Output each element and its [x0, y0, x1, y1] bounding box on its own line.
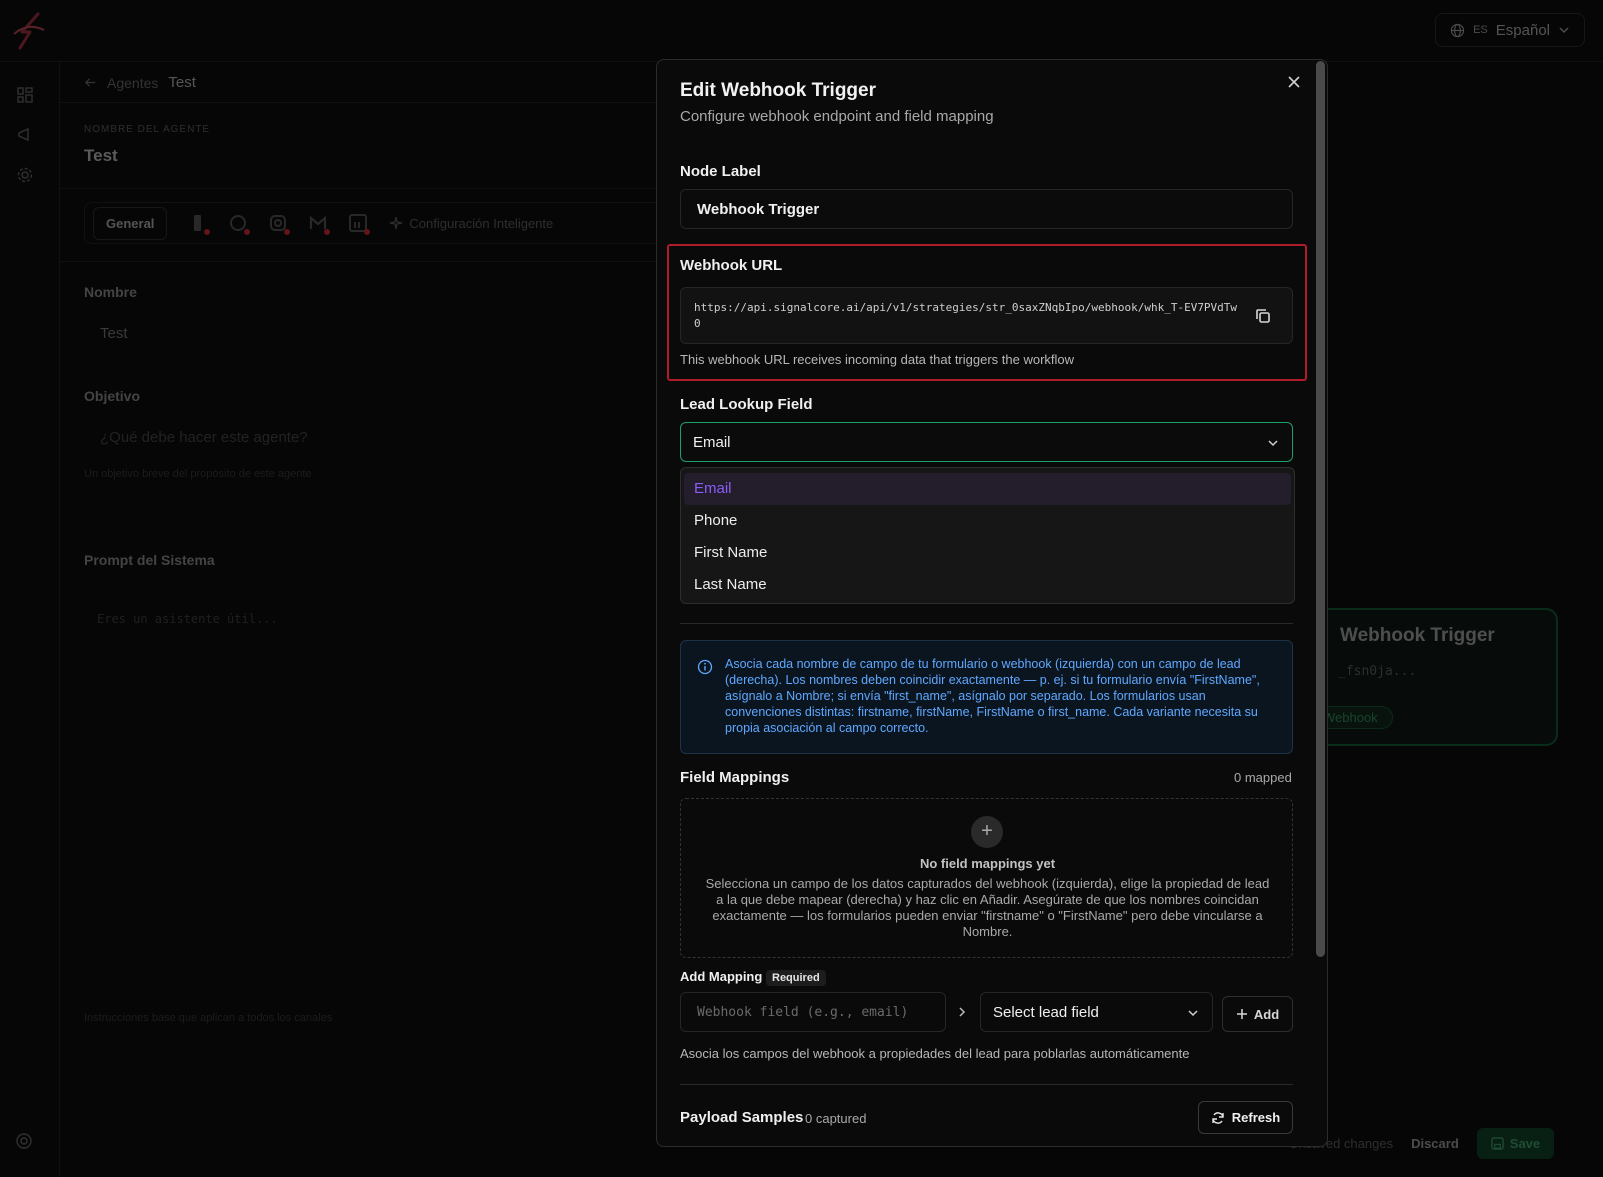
add-button-label: Add: [1253, 1006, 1280, 1022]
tab-general[interactable]: General: [93, 206, 168, 240]
lead-lookup-dropdown: Email Phone First Name Last Name: [680, 467, 1295, 604]
payload-samples-count: 0 captured: [805, 1111, 867, 1126]
prompt-help: Instrucciones base que aplican a todos l…: [84, 1012, 333, 1024]
empty-state-title: No field mappings yet: [919, 856, 1056, 871]
arrow-left-icon[interactable]: [84, 76, 97, 89]
empty-state-text: Selecciona un campo de los datos captura…: [705, 876, 1270, 939]
copy-icon[interactable]: [1254, 307, 1272, 325]
brand-logo-icon[interactable]: [8, 8, 50, 52]
prompt-textarea[interactable]: Eres un asistente útil...: [97, 612, 278, 626]
goal-input[interactable]: ¿Qué debe hacer este agente?: [100, 429, 308, 446]
webhook-field-input[interactable]: Webhook field (e.g., email): [680, 992, 946, 1032]
breadcrumb-current: Test: [168, 74, 196, 91]
sparkle-icon: [390, 216, 403, 230]
webhook-url-value: https://api.signalcore.ai/api/v1/strateg…: [694, 301, 1238, 330]
goal-help: Un objetivo breve del propósito de este …: [84, 468, 312, 480]
lead-lookup-value: Email: [693, 434, 731, 451]
mapping-help: Asocia los campos del webhook a propieda…: [680, 1046, 1190, 1061]
lead-lookup-select[interactable]: Email: [680, 422, 1293, 462]
plus-icon: +: [971, 816, 1003, 848]
goal-label: Objetivo: [84, 388, 141, 404]
webhook-url-help: This webhook URL receives incoming data …: [680, 352, 1075, 367]
tab-smart-config-label: Configuración Inteligente: [409, 215, 554, 231]
dialog-title: Edit Webhook Trigger: [680, 80, 876, 101]
required-badge: Required: [766, 970, 826, 986]
language-label: Español: [1495, 21, 1550, 39]
mapping-info-callout: Asocia cada nombre de campo de tu formul…: [680, 640, 1293, 754]
app-root: ES Español Agentes Test NOMBRE DEL AGENT…: [0, 0, 1603, 1177]
option-phone[interactable]: Phone: [684, 505, 1291, 537]
floppy-icon: [1491, 1136, 1504, 1150]
tab-linkedin[interactable]: [349, 214, 371, 235]
left-rail: [0, 62, 60, 1177]
chevron-down-icon: [1188, 1010, 1198, 1017]
dialog-subtitle: Configure webhook endpoint and field map…: [680, 108, 994, 125]
option-last-name[interactable]: Last Name: [684, 569, 1291, 601]
refresh-button-label: Refresh: [1231, 1110, 1281, 1125]
name-label: Nombre: [84, 284, 137, 300]
node-label-value: Webhook Trigger: [697, 201, 820, 218]
info-icon: [697, 659, 713, 675]
language-code: ES: [1473, 24, 1488, 36]
lead-field-placeholder: Select lead field: [993, 1004, 1099, 1021]
top-bar: ES Español: [0, 0, 1603, 62]
chevron-right-icon: [959, 1007, 966, 1017]
agent-name-caption: NOMBRE DEL AGENTE: [84, 124, 211, 135]
save-button-label: Save: [1509, 1135, 1541, 1151]
tab-instagram[interactable]: [269, 214, 291, 235]
gear-icon[interactable]: [16, 166, 34, 184]
canvas-node-title: Webhook Trigger: [1340, 625, 1495, 646]
dashboard-icon[interactable]: [16, 86, 34, 104]
chevron-down-icon: [1559, 27, 1569, 34]
tab-gmail[interactable]: [309, 214, 331, 235]
breadcrumb-parent-link[interactable]: Agentes: [107, 75, 158, 91]
save-button[interactable]: Save: [1476, 1127, 1555, 1159]
lead-field-select[interactable]: Select lead field: [980, 992, 1213, 1032]
payload-samples-label: Payload Samples: [680, 1109, 804, 1126]
plus-icon: [1236, 1009, 1247, 1019]
agent-name: Test: [84, 146, 118, 165]
lead-lookup-label: Lead Lookup Field: [680, 396, 813, 413]
refresh-icon: [1212, 1111, 1224, 1124]
channel-tabs: General Configuración Inteligente: [84, 202, 664, 244]
dialog-scrollbar[interactable]: [1316, 61, 1325, 957]
tab-phone[interactable]: [189, 214, 211, 235]
divider: [680, 623, 1293, 624]
field-mappings-empty-state: + No field mappings yet Selecciona un ca…: [680, 798, 1293, 958]
divider: [680, 1084, 1293, 1085]
add-mapping-label: Add Mapping: [680, 969, 763, 984]
node-label-input[interactable]: Webhook Trigger: [680, 189, 1293, 229]
help-icon[interactable]: [15, 1132, 33, 1150]
webhook-url-field[interactable]: https://api.signalcore.ai/api/v1/strateg…: [680, 287, 1293, 344]
name-input[interactable]: Test: [100, 325, 128, 342]
discard-button[interactable]: Discard: [1411, 1136, 1459, 1151]
refresh-button[interactable]: Refresh: [1198, 1101, 1293, 1134]
webhook-field-placeholder: Webhook field (e.g., email): [697, 1005, 909, 1020]
megaphone-icon[interactable]: [16, 126, 34, 144]
option-first-name[interactable]: First Name: [684, 537, 1291, 569]
field-mappings-label: Field Mappings: [680, 769, 790, 786]
tab-whatsapp[interactable]: [229, 214, 251, 235]
breadcrumb: Agentes Test: [84, 74, 196, 91]
language-selector[interactable]: ES Español: [1435, 13, 1585, 47]
canvas-node-subtitle: _fsn0ja...: [1338, 664, 1417, 679]
add-mapping-button[interactable]: Add: [1222, 996, 1293, 1032]
close-icon[interactable]: [1286, 74, 1302, 90]
node-label-label: Node Label: [680, 163, 761, 180]
chevron-down-icon: [1268, 440, 1278, 447]
webhook-url-label: Webhook URL: [680, 257, 783, 274]
prompt-label: Prompt del Sistema: [84, 552, 215, 568]
tab-smart-config[interactable]: Configuración Inteligente: [389, 216, 553, 231]
mapping-info-text: Asocia cada nombre de campo de tu formul…: [725, 657, 1260, 735]
field-mappings-count: 0 mapped: [1234, 770, 1292, 785]
option-email[interactable]: Email: [684, 473, 1291, 505]
globe-icon: [1450, 23, 1465, 37]
